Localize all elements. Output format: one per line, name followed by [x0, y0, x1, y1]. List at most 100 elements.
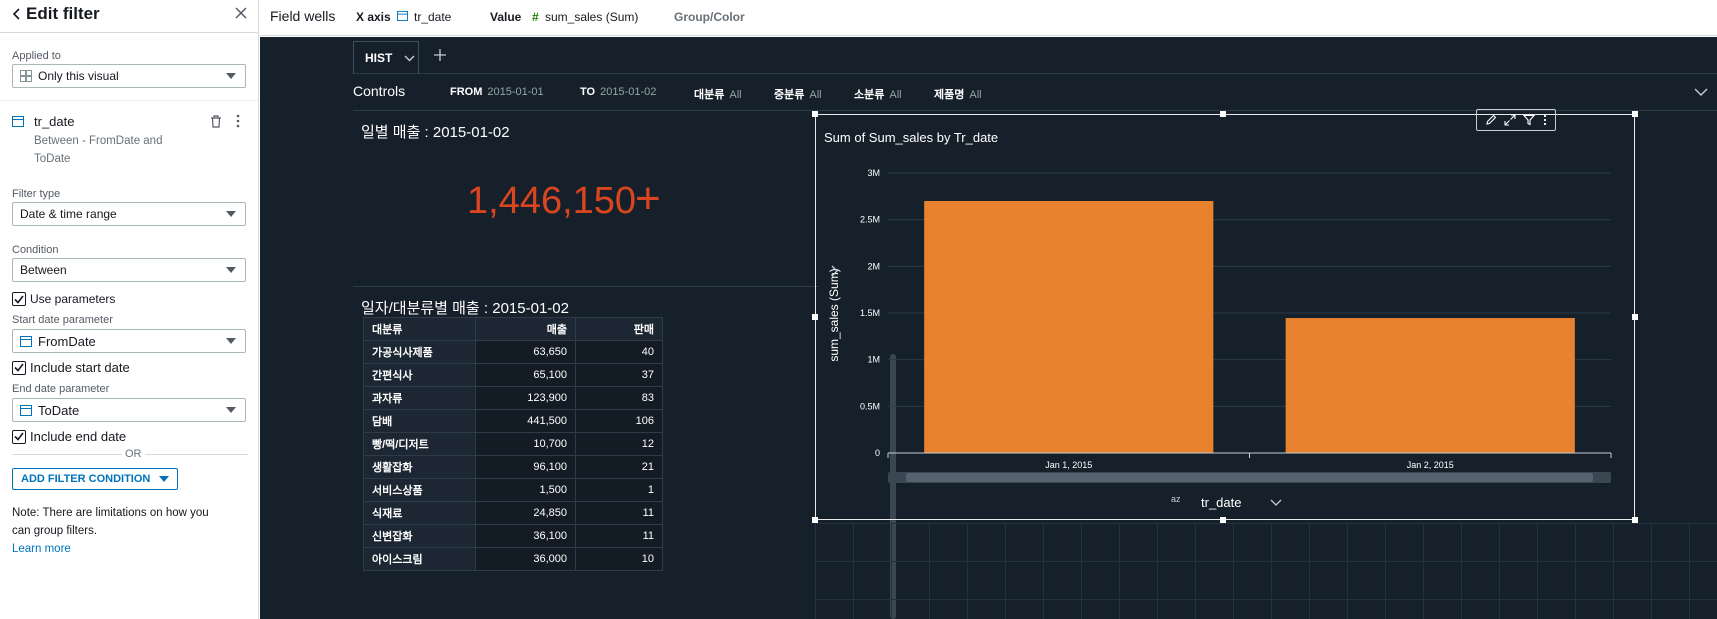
chart-scrollbar-thumb[interactable]: [906, 473, 1593, 482]
x-axis-label: X axis: [356, 10, 391, 24]
column-header[interactable]: 매출: [475, 317, 576, 341]
include-end-checkbox[interactable]: Include end date: [12, 429, 126, 444]
start-param-value: FromDate: [38, 333, 96, 349]
caret-down-icon: [159, 476, 169, 482]
table-row[interactable]: 간편식사 65,100 37: [363, 363, 663, 387]
control-name: 소분류: [854, 89, 885, 101]
applied-to-select[interactable]: Only this visual: [12, 64, 246, 88]
kpi-title: 일별 매출 : 2015-01-02: [361, 124, 510, 141]
add-sheet-icon[interactable]: [434, 49, 446, 61]
filter-icon[interactable]: [1522, 114, 1535, 126]
checkmark-icon: [12, 429, 26, 444]
sort-az-icon[interactable]: az: [1171, 494, 1181, 504]
row-sales-cell: 36,000: [475, 547, 576, 571]
applied-to-label: Applied to: [12, 50, 61, 62]
close-icon[interactable]: [232, 4, 250, 22]
table-row[interactable]: 과자류 123,900 83: [363, 386, 663, 410]
end-param-select[interactable]: ToDate: [12, 398, 246, 422]
bar-chart-visual[interactable]: Sum of Sum_sales by Tr_date 0 0.5M 1M 1.5M 2M…: [815, 114, 1635, 520]
table-header-row: 대분류 매출 판매: [363, 317, 663, 341]
calendar-icon: [397, 10, 408, 21]
condition-value: Between: [20, 263, 67, 277]
resize-handle[interactable]: [1632, 517, 1638, 523]
table-row[interactable]: 담배 441,500 106: [363, 409, 663, 433]
y-tick-label: 1.5M: [860, 308, 880, 318]
hash-icon: #: [532, 10, 539, 24]
control-from[interactable]: FROM 2015-01-01: [450, 86, 544, 98]
row-category-cell: 과자류: [363, 386, 476, 410]
analysis-canvas: HIST Controls FROM 2015-01-01 TO 2015-01-0…: [260, 37, 1717, 619]
y-tick-label: 2.5M: [860, 215, 880, 225]
learn-more-link[interactable]: Learn more: [12, 543, 71, 555]
control-to[interactable]: TO 2015-01-02: [580, 86, 656, 98]
row-category-cell: 서비스상품: [363, 478, 476, 502]
filter-type-select[interactable]: Date & time range: [12, 202, 246, 226]
control-category-1[interactable]: 대분류 All: [694, 86, 742, 102]
row-category-cell: 간편식사: [363, 363, 476, 387]
y-tick-label: 1M: [867, 355, 880, 365]
resize-handle[interactable]: [812, 111, 818, 117]
table-row[interactable]: 서비스상품 1,500 1: [363, 478, 663, 502]
resize-handle[interactable]: [1632, 111, 1638, 117]
resize-handle[interactable]: [1220, 111, 1226, 117]
sales-table: 대분류 매출 판매 가공식사제품 63,650 40 간편식사 65,100 37 과자류 1…: [363, 317, 663, 571]
canvas-grid: [815, 523, 1717, 619]
column-header[interactable]: 대분류: [363, 317, 476, 341]
row-sales-cell: 24,850: [475, 501, 576, 525]
include-start-checkbox[interactable]: Include start date: [12, 360, 130, 375]
chevron-down-icon[interactable]: [404, 55, 415, 62]
controls-bar: Controls FROM 2015-01-01 TO 2015-01-02 대분류…: [353, 75, 1717, 111]
edit-filter-header[interactable]: Edit filter: [12, 4, 100, 24]
expand-icon[interactable]: [1503, 114, 1516, 126]
resize-handle[interactable]: [812, 517, 818, 523]
use-parameters-checkbox[interactable]: Use parameters: [12, 292, 115, 306]
controls-label: Controls: [353, 83, 406, 99]
caret-down-icon: [226, 407, 236, 413]
checkmark-icon: [12, 292, 26, 306]
resize-handle[interactable]: [1220, 517, 1226, 523]
field-wells-label: Field wells: [270, 8, 336, 24]
field-wells-bar: Field wells X axis tr_date Value # sum_s…: [260, 0, 1717, 36]
calendar-icon: [20, 335, 32, 347]
resize-handle[interactable]: [812, 314, 818, 320]
add-filter-condition-button[interactable]: ADD FILTER CONDITION: [12, 468, 178, 490]
y-tick-label: 3M: [867, 168, 880, 178]
condition-select[interactable]: Between: [12, 258, 246, 282]
caret-down-icon: [226, 211, 236, 217]
control-product-name[interactable]: 제품명 All: [934, 86, 982, 102]
table-row[interactable]: 식재료 24,850 11: [363, 501, 663, 525]
chevron-down-icon[interactable]: [1270, 499, 1282, 506]
chevron-down-icon[interactable]: [1694, 88, 1708, 97]
table-row[interactable]: 생활잡화 96,100 21: [363, 455, 663, 479]
control-category-2[interactable]: 중분류 All: [774, 86, 822, 102]
table-row[interactable]: 신변잡화 36,100 11: [363, 524, 663, 548]
trash-icon[interactable]: [210, 115, 222, 128]
table-visual[interactable]: 일자/대분류별 매출 : 2015-01-02 대분류 매출 판매 가공식사제품…: [353, 288, 896, 619]
table-row[interactable]: 가공식사제품 63,650 40: [363, 340, 663, 364]
control-category-3[interactable]: 소분류 All: [854, 86, 902, 102]
table-row[interactable]: 아이스크림 36,000 10: [363, 547, 663, 571]
bar[interactable]: [1285, 318, 1575, 453]
value-field[interactable]: sum_sales (Sum): [545, 10, 638, 24]
group-color-label[interactable]: Group/Color: [674, 10, 745, 24]
sheet-tab-hist[interactable]: HIST: [353, 41, 419, 74]
kpi-visual[interactable]: 일별 매출 : 2015-01-02 1,446,150 +: [353, 112, 819, 287]
row-sales-cell: 65,100: [475, 363, 576, 387]
checkmark-icon: [12, 360, 26, 375]
row-sales-cell: 1,500: [475, 478, 576, 502]
row-count-cell: 11: [575, 501, 663, 525]
start-param-select[interactable]: FromDate: [12, 329, 246, 353]
include-start-label: Include start date: [30, 360, 130, 375]
more-vertical-icon[interactable]: [235, 114, 241, 128]
edit-pencil-icon[interactable]: [1485, 114, 1497, 126]
row-sales-cell: 63,650: [475, 340, 576, 364]
row-category-cell: 아이스크림: [363, 547, 476, 571]
column-header[interactable]: 판매: [575, 317, 663, 341]
x-axis-field[interactable]: tr_date: [414, 10, 451, 24]
more-vertical-icon[interactable]: [1542, 114, 1548, 126]
row-category-cell: 가공식사제품: [363, 340, 476, 364]
resize-handle[interactable]: [1632, 314, 1638, 320]
row-category-cell: 생활잡화: [363, 455, 476, 479]
bar[interactable]: [924, 201, 1214, 453]
table-row[interactable]: 빵/떡/디저트 10,700 12: [363, 432, 663, 456]
